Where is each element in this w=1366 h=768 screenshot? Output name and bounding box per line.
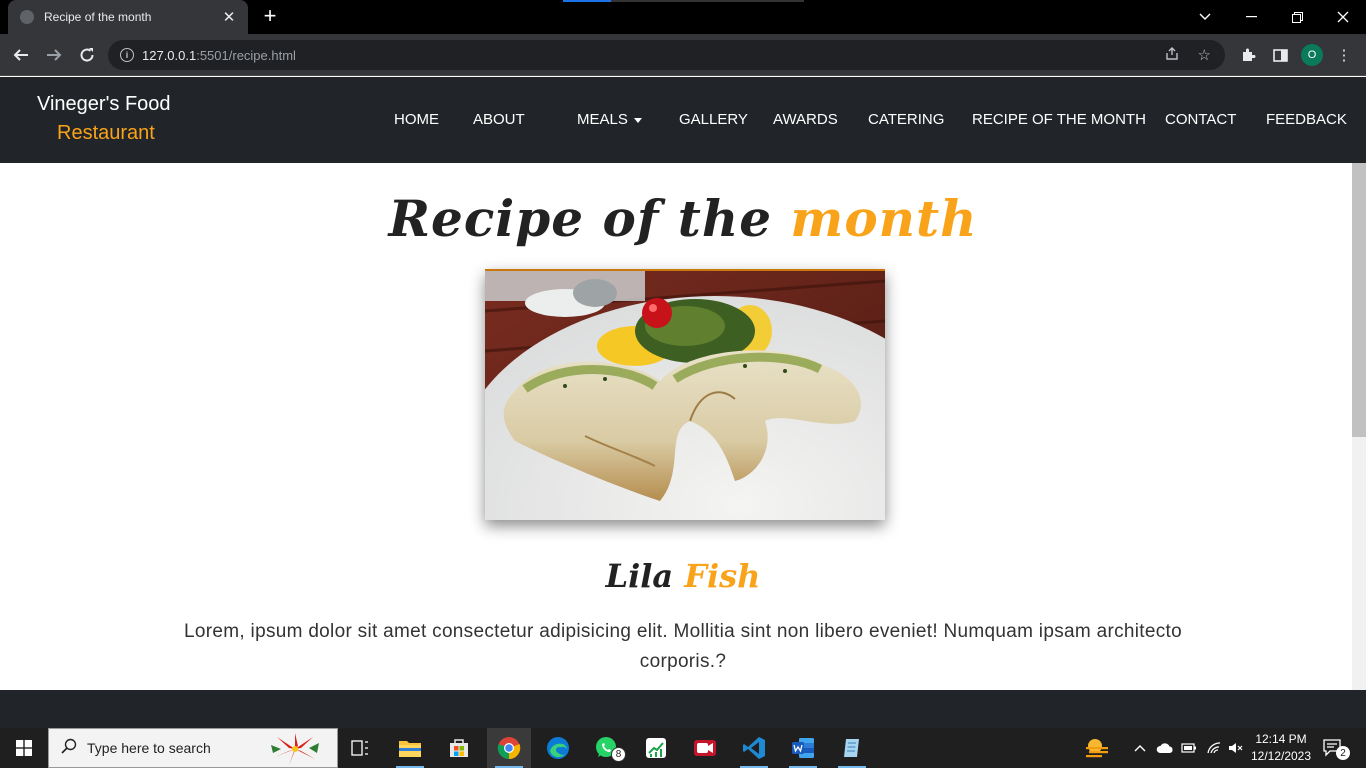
dish-title: Lila Fish [0, 557, 1366, 595]
new-tab-button[interactable]: + [258, 5, 282, 29]
nav-feedback[interactable]: FEEDBACK [1266, 111, 1347, 128]
profile-avatar[interactable]: O [1301, 44, 1323, 66]
share-icon[interactable] [1165, 46, 1180, 65]
loading-strip [563, 0, 804, 2]
nav-home[interactable]: HOME [394, 111, 439, 128]
nav-catering[interactable]: CATERING [868, 111, 944, 128]
tab-title: Recipe of the month [44, 10, 152, 24]
site-footer [0, 690, 1366, 728]
browser-toolbar: i 127.0.0.1 :5501/recipe.html ☆ O ⋮ [0, 34, 1366, 76]
vscode-icon[interactable] [732, 728, 776, 768]
word-icon[interactable] [781, 728, 825, 768]
wifi-icon[interactable] [1206, 728, 1222, 768]
browser-titlebar: Recipe of the month ✕ + [0, 0, 1366, 34]
reload-button[interactable] [74, 42, 100, 68]
edge-icon[interactable] [536, 728, 580, 768]
recipe-description: Lorem, ipsum dolor sit amet consectetur … [184, 621, 1182, 672]
kebab-menu-icon[interactable]: ⋮ [1332, 43, 1356, 67]
tab-search-icon[interactable] [1182, 0, 1228, 34]
globe-icon [20, 10, 34, 24]
page-title-main: Recipe of the [388, 189, 791, 248]
url-host: 127.0.0.1 [142, 47, 197, 63]
nav-gallery[interactable]: GALLERY [679, 111, 748, 128]
notification-badge: 2 [1336, 746, 1350, 760]
nav-contact[interactable]: CONTACT [1165, 111, 1236, 128]
poinsettia-icon [271, 733, 319, 765]
site-info-icon[interactable]: i [120, 48, 134, 62]
microsoft-store-icon[interactable] [437, 728, 481, 768]
notepad-icon[interactable] [830, 728, 874, 768]
address-bar[interactable]: i 127.0.0.1 :5501/recipe.html ☆ [108, 40, 1225, 70]
windows-start-button[interactable] [0, 728, 48, 768]
extensions-icon[interactable] [1236, 43, 1260, 67]
dish-title-accent: Fish [684, 557, 761, 595]
browser-tab[interactable]: Recipe of the month ✕ [8, 0, 248, 34]
recipe-photo [485, 269, 885, 520]
page-title: Recipe of the month [0, 189, 1366, 248]
caret-down-icon [633, 117, 642, 123]
windows-taskbar: Type here to search 8 12:14 PM 12/12/202… [0, 728, 1366, 768]
file-explorer-icon[interactable] [388, 728, 432, 768]
nav-about[interactable]: ABOUT [473, 111, 525, 128]
tray-chevron-up-icon[interactable] [1134, 728, 1146, 768]
dish-title-main: Lila [605, 557, 685, 595]
whatsapp-badge: 8 [611, 747, 626, 762]
nav-recipe-of-the-month[interactable]: RECIPE OF THE MONTH [972, 111, 1146, 128]
page-title-accent: month [790, 189, 978, 248]
close-tab-icon[interactable]: ✕ [220, 8, 238, 26]
bookmark-star-icon[interactable]: ☆ [1198, 46, 1211, 64]
whatsapp-icon[interactable]: 8 [585, 728, 629, 768]
taskbar-search-box[interactable]: Type here to search [48, 728, 338, 768]
restore-button[interactable] [1274, 0, 1320, 34]
nav-awards[interactable]: AWARDS [773, 111, 838, 128]
onedrive-icon[interactable] [1156, 728, 1174, 768]
weather-widget-icon[interactable] [1083, 728, 1111, 768]
page-scrollbar-thumb[interactable] [1352, 163, 1366, 437]
nav-meals[interactable]: MEALS [577, 111, 642, 128]
nav-meals-label: MEALS [577, 111, 628, 128]
notification-center-icon[interactable]: 2 [1322, 728, 1358, 768]
stocks-app-icon[interactable] [634, 728, 678, 768]
clock-time: 12:14 PM [1255, 732, 1307, 746]
battery-icon[interactable] [1181, 728, 1197, 768]
main-nav: HOME ABOUT MEALS GALLERY AWARDS CATERING… [0, 111, 1366, 131]
url-path: :5501/recipe.html [196, 47, 296, 63]
forward-button[interactable] [41, 42, 67, 68]
site-header: Vineger's Food Restaurant HOME ABOUT MEA… [0, 77, 1366, 163]
volume-muted-icon[interactable] [1228, 728, 1244, 768]
screen-recorder-icon[interactable] [683, 728, 727, 768]
back-button[interactable] [8, 42, 34, 68]
chrome-icon[interactable] [487, 728, 531, 768]
search-icon [61, 738, 77, 759]
minimize-button[interactable] [1228, 0, 1274, 34]
search-placeholder: Type here to search [87, 740, 211, 756]
taskbar-clock[interactable]: 12:14 PM 12/12/2023 [1244, 731, 1318, 765]
main-content: Recipe of the month Lila Fish Lorem, ips… [0, 163, 1352, 690]
close-window-button[interactable] [1320, 0, 1366, 34]
clock-date: 12/12/2023 [1250, 749, 1312, 763]
task-view-icon[interactable] [338, 728, 382, 768]
side-panel-icon[interactable] [1268, 43, 1292, 67]
